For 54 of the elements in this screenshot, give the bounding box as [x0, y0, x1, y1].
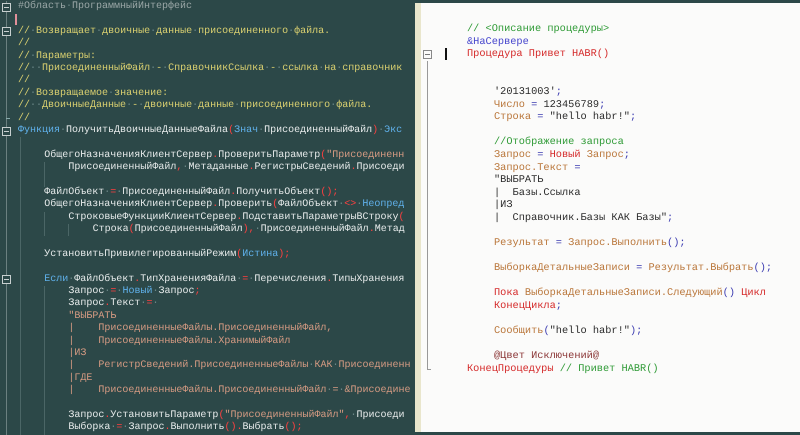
code-line: &НаСервере [467, 36, 529, 48]
code-line: // <Описание процедуры> [467, 23, 610, 36]
code-line: | Справочник.Базы КАК Базы"; [494, 212, 674, 224]
code-line: // [18, 38, 30, 50]
code-line: Запрос.УстановитьПараметр("ПрисоединенныйФайл",·Присоеди [68, 410, 405, 422]
code-line: "ВЫБРАТЬ [494, 174, 544, 187]
code-line: |ИЗ [494, 199, 513, 212]
code-line: Функция·ПолучитьДвоичныеДанныеФайла(Знач·ПрисоединенныйФайл)·Экс [18, 124, 402, 138]
code-line: // [18, 75, 30, 88]
code-line: КонецПроцедуры // Привет HABR() [467, 363, 659, 376]
code-line: // [18, 112, 30, 125]
code-line: Запрос.Текст·=· [68, 298, 158, 310]
code-line: Строка(ПрисоединенныйФайл),·ПрисоединенныйФайл.Метад [92, 224, 405, 236]
code-line: Запрос.Текст = [494, 162, 581, 174]
code-line: //·Параметры: [18, 50, 96, 62]
code-line: Если·ФайлОбъект.ТипХраненияФайла·=·Перечисления.ТипыХранения [44, 274, 404, 286]
code-line: |ГДЕ [68, 372, 92, 384]
collapse-icon[interactable] [423, 50, 432, 59]
code-line: СтроковыеФункцииКлиентСервер.ПодставитьПараметрыВСтроку( [68, 212, 404, 224]
code-line: //·Возвращаемое·значение: [18, 88, 168, 100]
code-line: #Область·ПрограммныйИнтерфейс [18, 1, 192, 14]
code-line: ПрисоединенныйФайл,·Метаданные.РегистрыСведений.Присоеди [68, 162, 405, 174]
code-line: | ПрисоединенныеФайлы.ПрисоединенныйФайл, [68, 323, 332, 336]
code-line: Пока ВыборкаДетальныеЗаписи.Следующий() Цикл [494, 287, 766, 300]
code-line: Запрос = Новый Запрос; [494, 148, 630, 162]
code-line: ОбщегоНазначенияКлиентСервер.ПроверитьПараметр("Присоединенн [44, 150, 404, 162]
code-line: УстановитьПривилегированныйРежим(Истина); [44, 248, 290, 262]
collapse-icon[interactable] [2, 275, 11, 284]
code-line: Результат = Запрос.Выполнить(); [494, 237, 686, 250]
code-line: ВыборкаДетальныеЗаписи = Результат.Выбрать(); [494, 262, 772, 275]
code-line: ОбщегоНазначенияКлиентСервер.Проверить(ФайлОбъект·<>·Неопред [44, 199, 404, 212]
code-line: | ПрисоединенныеФайлы.ПрисоединенныйФайл·=·&Присоедине [68, 385, 410, 398]
code-line: Запрос·=·Новый·Запрос; [68, 286, 200, 298]
code-line: Сообщить("hello habr!"); [494, 325, 642, 338]
code-line: |ИЗ [68, 348, 86, 360]
code-line: "ВЫБРАТЬ [68, 310, 116, 322]
code-line: //··ПрисоединенныйФайл·-·СправочникСсылка·-·ссылка·на·справочник [18, 62, 402, 74]
code-line: '20131003'; [494, 86, 562, 99]
collapse-icon[interactable] [2, 126, 11, 136]
code-line: | Базы.Ссылка [494, 186, 581, 200]
code-line: Процедура Привет HABR() [467, 48, 610, 61]
code-line: @Цвет Исключений@ [494, 350, 600, 364]
collapse-icon[interactable] [2, 27, 11, 36]
code-line: //·Возвращает·двоичные·данные·присоединенного·файла. [18, 26, 330, 38]
code-line: ФайлОбъект·=·ПрисоединенныйФайл.ПолучитьОбъект(); [44, 186, 338, 198]
code-line: Число = 123456789; [494, 98, 606, 112]
code-line: //··ДвоичныеДанные·-·двоичные·данные·присоединенного·файла. [18, 100, 372, 112]
code-line: КонецЦикла; [494, 300, 562, 313]
code-line: | РегистрСведений.ПрисоединенныеФайлы·КАК·Присоединенн [68, 360, 410, 372]
code-line: Выборка·=·Запрос.Выполнить().Выбрать(); [68, 422, 303, 435]
code-line: | ПрисоединенныеФайлы.ХранимыйФайл [68, 336, 290, 348]
code-line: //Отображение запроса [494, 136, 624, 149]
collapse-icon[interactable] [2, 2, 11, 12]
code-line: Строка = "hello habr!"; [494, 111, 636, 124]
